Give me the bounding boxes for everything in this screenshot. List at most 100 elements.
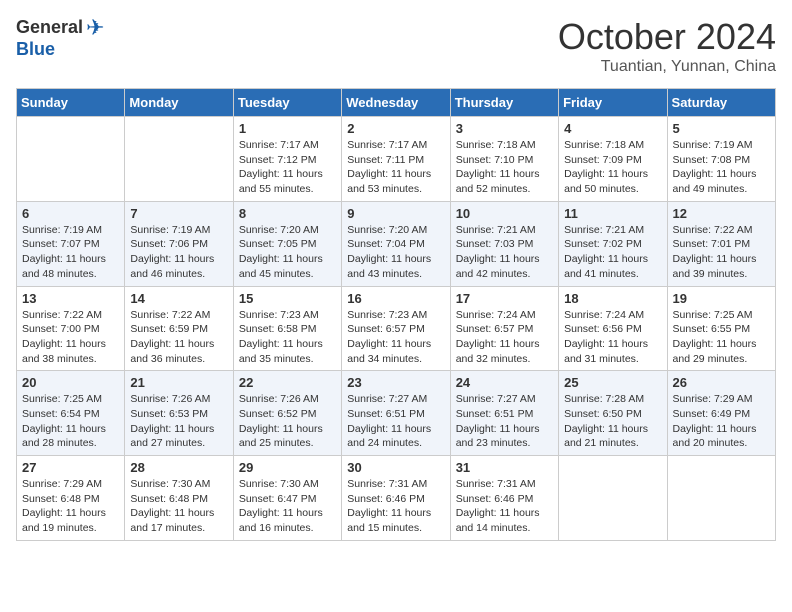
- day-info: Sunrise: 7:22 AM Sunset: 7:00 PM Dayligh…: [22, 308, 119, 367]
- calendar-cell: 10Sunrise: 7:21 AM Sunset: 7:03 PM Dayli…: [450, 201, 558, 286]
- day-info: Sunrise: 7:30 AM Sunset: 6:48 PM Dayligh…: [130, 477, 227, 536]
- calendar-cell: 12 Sunrise: 7:22 AM Sunset: 7:01 PM Dayli…: [667, 201, 775, 286]
- day-number: 8: [239, 206, 336, 221]
- calendar-cell: 8 Sunrise: 7:20 AM Sunset: 7:05 PM Daylig…: [233, 201, 341, 286]
- day-info: Sunrise: 7:25 AM Sunset: 6:54 PM Dayligh…: [22, 392, 119, 451]
- day-info: Sunrise: 7:23 AM Sunset: 6:57 PM Dayligh…: [347, 308, 444, 367]
- day-info: Sunrise: 7:22 AM Sunset: 6:59 PM Dayligh…: [130, 308, 227, 367]
- day-header-monday: Monday: [125, 89, 233, 117]
- calendar-cell: 20 Sunrise: 7:25 AM Sunset: 6:54 PM Dayli…: [17, 371, 125, 456]
- day-number: 18: [564, 291, 661, 306]
- day-header-friday: Friday: [559, 89, 667, 117]
- calendar-cell: 28 Sunrise: 7:30 AM Sunset: 6:48 PM Dayli…: [125, 456, 233, 541]
- calendar-cell: 22 Sunrise: 7:26 AM Sunset: 6:52 PM Dayli…: [233, 371, 341, 456]
- day-info: Sunrise: 7:24 AM Sunset: 6:57 PM Dayligh…: [456, 308, 553, 367]
- calendar-cell: 30 Sunrise: 7:31 AM Sunset: 6:46 PM Dayli…: [342, 456, 450, 541]
- calendar-cell: 29Sunrise: 7:30 AM Sunset: 6:47 PM Dayli…: [233, 456, 341, 541]
- calendar-cell: 13Sunrise: 7:22 AM Sunset: 7:00 PM Dayli…: [17, 286, 125, 371]
- calendar-cell: [17, 117, 125, 202]
- day-header-wednesday: Wednesday: [342, 89, 450, 117]
- calendar-cell: 27Sunrise: 7:29 AM Sunset: 6:48 PM Dayli…: [17, 456, 125, 541]
- day-number: 6: [22, 206, 119, 221]
- day-number: 31: [456, 460, 553, 475]
- day-number: 27: [22, 460, 119, 475]
- calendar-cell: 16Sunrise: 7:23 AM Sunset: 6:57 PM Dayli…: [342, 286, 450, 371]
- calendar-week-3: 13Sunrise: 7:22 AM Sunset: 7:00 PM Dayli…: [17, 286, 776, 371]
- day-number: 24: [456, 375, 553, 390]
- logo-bird-icon: ✈: [86, 16, 104, 40]
- calendar-cell: 26 Sunrise: 7:29 AM Sunset: 6:49 PM Dayli…: [667, 371, 775, 456]
- day-info: Sunrise: 7:22 AM Sunset: 7:01 PM Dayligh…: [673, 223, 770, 282]
- day-info: Sunrise: 7:19 AM Sunset: 7:07 PM Dayligh…: [22, 223, 119, 282]
- day-info: Sunrise: 7:18 AM Sunset: 7:09 PM Dayligh…: [564, 138, 661, 197]
- day-header-saturday: Saturday: [667, 89, 775, 117]
- day-number: 17: [456, 291, 553, 306]
- logo: General ✈ Blue: [16, 16, 104, 60]
- day-info: Sunrise: 7:23 AM Sunset: 6:58 PM Dayligh…: [239, 308, 336, 367]
- calendar-cell: 21 Sunrise: 7:26 AM Sunset: 6:53 PM Dayli…: [125, 371, 233, 456]
- day-number: 25: [564, 375, 661, 390]
- calendar-cell: 19Sunrise: 7:25 AM Sunset: 6:55 PM Dayli…: [667, 286, 775, 371]
- day-info: Sunrise: 7:19 AM Sunset: 7:08 PM Dayligh…: [673, 138, 770, 197]
- calendar-cell: 14Sunrise: 7:22 AM Sunset: 6:59 PM Dayli…: [125, 286, 233, 371]
- day-number: 30: [347, 460, 444, 475]
- day-number: 3: [456, 121, 553, 136]
- calendar-cell: [667, 456, 775, 541]
- day-header-thursday: Thursday: [450, 89, 558, 117]
- day-info: Sunrise: 7:26 AM Sunset: 6:53 PM Dayligh…: [130, 392, 227, 451]
- day-info: Sunrise: 7:21 AM Sunset: 7:03 PM Dayligh…: [456, 223, 553, 282]
- day-info: Sunrise: 7:31 AM Sunset: 6:46 PM Dayligh…: [456, 477, 553, 536]
- calendar-cell: 1 Sunrise: 7:17 AM Sunset: 7:12 PM Daylig…: [233, 117, 341, 202]
- day-number: 4: [564, 121, 661, 136]
- day-number: 11: [564, 206, 661, 221]
- day-number: 2: [347, 121, 444, 136]
- day-info: Sunrise: 7:31 AM Sunset: 6:46 PM Dayligh…: [347, 477, 444, 536]
- calendar-cell: 18 Sunrise: 7:24 AM Sunset: 6:56 PM Dayli…: [559, 286, 667, 371]
- day-number: 26: [673, 375, 770, 390]
- day-info: Sunrise: 7:20 AM Sunset: 7:04 PM Dayligh…: [347, 223, 444, 282]
- calendar-cell: 15 Sunrise: 7:23 AM Sunset: 6:58 PM Dayli…: [233, 286, 341, 371]
- day-info: Sunrise: 7:26 AM Sunset: 6:52 PM Dayligh…: [239, 392, 336, 451]
- day-number: 5: [673, 121, 770, 136]
- calendar-cell: 6 Sunrise: 7:19 AM Sunset: 7:07 PM Daylig…: [17, 201, 125, 286]
- month-title: October 2024: [558, 16, 776, 58]
- day-number: 15: [239, 291, 336, 306]
- location-subtitle: Tuantian, Yunnan, China: [558, 58, 776, 76]
- calendar-cell: 7Sunrise: 7:19 AM Sunset: 7:06 PM Daylig…: [125, 201, 233, 286]
- day-number: 28: [130, 460, 227, 475]
- day-info: Sunrise: 7:29 AM Sunset: 6:49 PM Dayligh…: [673, 392, 770, 451]
- day-info: Sunrise: 7:18 AM Sunset: 7:10 PM Dayligh…: [456, 138, 553, 197]
- calendar-cell: 3 Sunrise: 7:18 AM Sunset: 7:10 PM Daylig…: [450, 117, 558, 202]
- day-number: 1: [239, 121, 336, 136]
- day-number: 12: [673, 206, 770, 221]
- page-header: General ✈ Blue October 2024 Tuantian, Yu…: [16, 16, 776, 76]
- calendar-cell: 24 Sunrise: 7:27 AM Sunset: 6:51 PM Dayli…: [450, 371, 558, 456]
- day-info: Sunrise: 7:24 AM Sunset: 6:56 PM Dayligh…: [564, 308, 661, 367]
- calendar-week-4: 20 Sunrise: 7:25 AM Sunset: 6:54 PM Dayli…: [17, 371, 776, 456]
- logo-general: General: [16, 18, 83, 38]
- day-number: 19: [673, 291, 770, 306]
- calendar-cell: 11 Sunrise: 7:21 AM Sunset: 7:02 PM Dayli…: [559, 201, 667, 286]
- calendar-cell: 4 Sunrise: 7:18 AM Sunset: 7:09 PM Daylig…: [559, 117, 667, 202]
- calendar-cell: 5 Sunrise: 7:19 AM Sunset: 7:08 PM Daylig…: [667, 117, 775, 202]
- calendar-cell: 17 Sunrise: 7:24 AM Sunset: 6:57 PM Dayli…: [450, 286, 558, 371]
- calendar-cell: 2Sunrise: 7:17 AM Sunset: 7:11 PM Daylig…: [342, 117, 450, 202]
- day-info: Sunrise: 7:17 AM Sunset: 7:12 PM Dayligh…: [239, 138, 336, 197]
- day-number: 20: [22, 375, 119, 390]
- calendar-header-row: SundayMondayTuesdayWednesdayThursdayFrid…: [17, 89, 776, 117]
- calendar-cell: 31 Sunrise: 7:31 AM Sunset: 6:46 PM Dayli…: [450, 456, 558, 541]
- day-number: 23: [347, 375, 444, 390]
- day-header-sunday: Sunday: [17, 89, 125, 117]
- day-number: 22: [239, 375, 336, 390]
- day-number: 21: [130, 375, 227, 390]
- calendar-cell: 25 Sunrise: 7:28 AM Sunset: 6:50 PM Dayli…: [559, 371, 667, 456]
- day-info: Sunrise: 7:21 AM Sunset: 7:02 PM Dayligh…: [564, 223, 661, 282]
- calendar-table: SundayMondayTuesdayWednesdayThursdayFrid…: [16, 88, 776, 541]
- day-info: Sunrise: 7:20 AM Sunset: 7:05 PM Dayligh…: [239, 223, 336, 282]
- day-number: 29: [239, 460, 336, 475]
- day-info: Sunrise: 7:27 AM Sunset: 6:51 PM Dayligh…: [456, 392, 553, 451]
- day-info: Sunrise: 7:28 AM Sunset: 6:50 PM Dayligh…: [564, 392, 661, 451]
- day-info: Sunrise: 7:27 AM Sunset: 6:51 PM Dayligh…: [347, 392, 444, 451]
- calendar-week-2: 6 Sunrise: 7:19 AM Sunset: 7:07 PM Daylig…: [17, 201, 776, 286]
- day-number: 7: [130, 206, 227, 221]
